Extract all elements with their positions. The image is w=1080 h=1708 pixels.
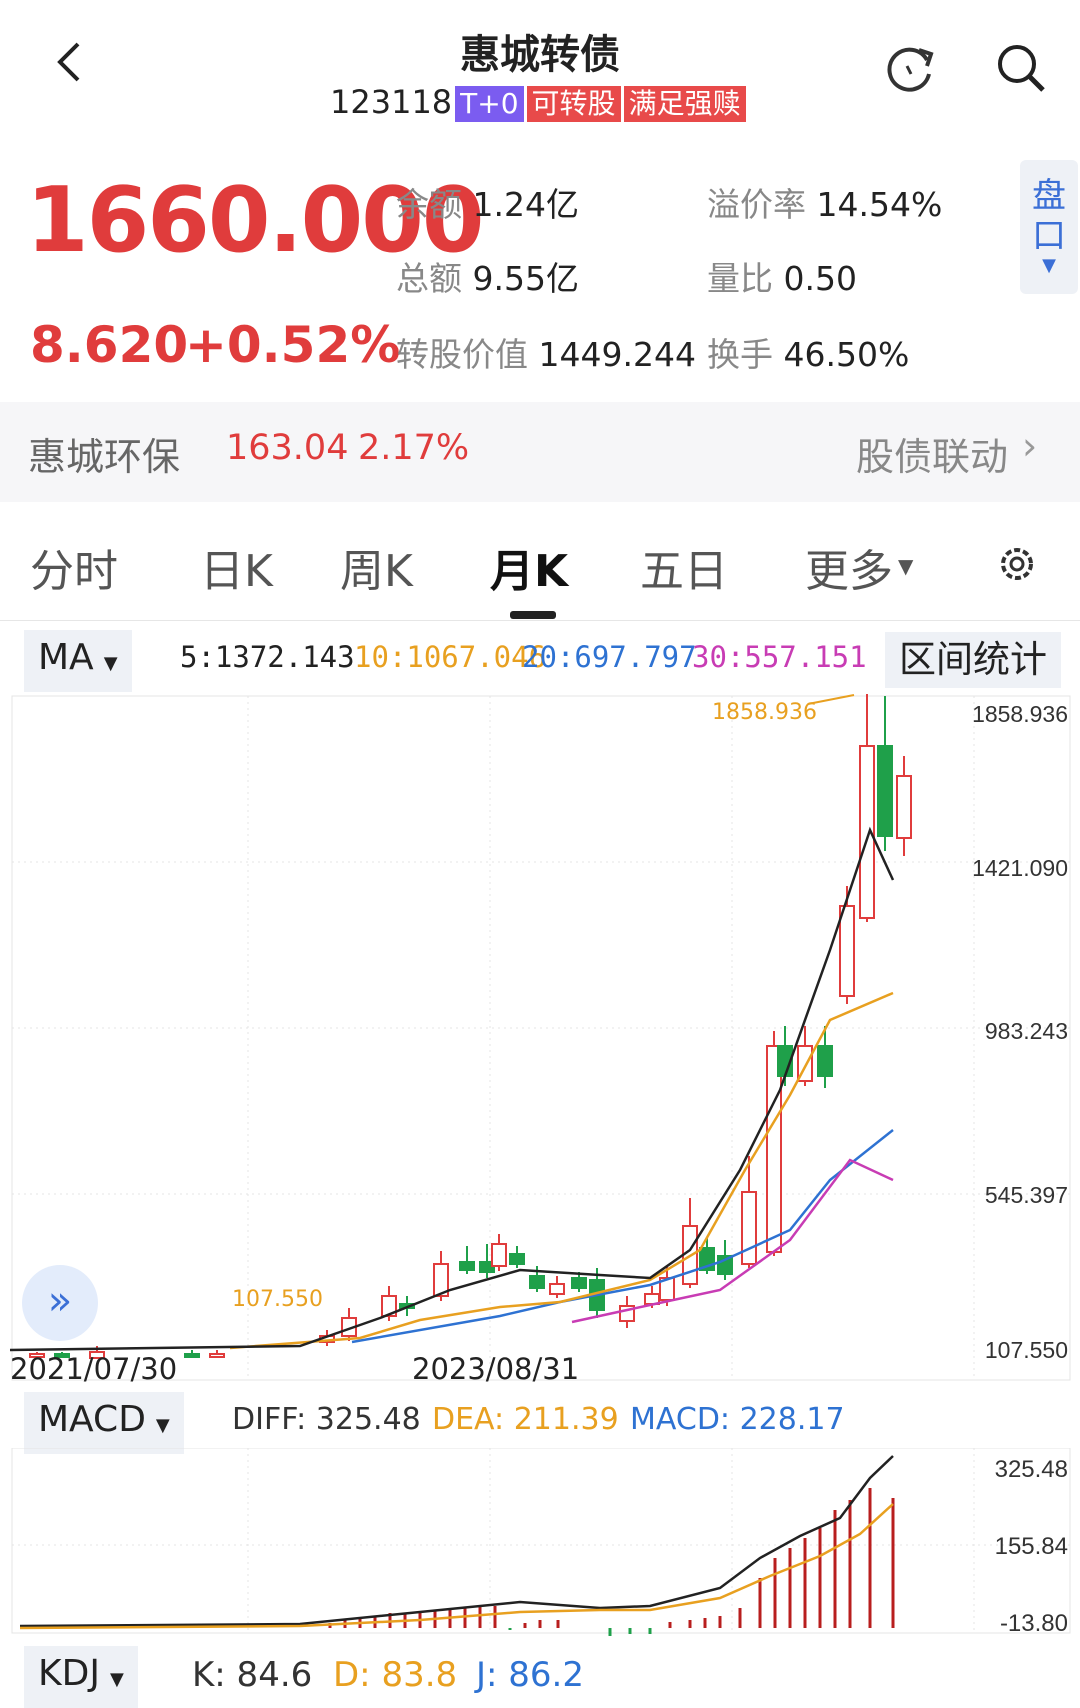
stat-value: 0.50 — [783, 259, 857, 298]
active-tab-underline — [510, 611, 556, 619]
caret-down-icon: ▼ — [1042, 255, 1056, 276]
candle — [571, 1277, 587, 1289]
y-axis-tick: 545.397 — [984, 1182, 1068, 1208]
kdj-selector-label: KDJ — [38, 1653, 100, 1694]
tab-2[interactable]: 周K — [340, 535, 413, 599]
stat-value: 1.24亿 — [472, 185, 579, 224]
macd-y-tick: 325.48 — [994, 1456, 1068, 1483]
candle — [839, 905, 855, 997]
stat-label: 量比 — [707, 259, 773, 298]
ma10-value: 10:1067.046 — [354, 640, 547, 674]
orderbook-button[interactable]: 盘口 ▼ — [1020, 160, 1078, 294]
stat-item: 换手 46.50% — [707, 328, 909, 376]
price-change: 8.620 — [30, 316, 189, 374]
candle — [877, 745, 893, 837]
kdj-d: D: 83.8 — [333, 1655, 458, 1695]
ma-selector[interactable]: MA ▼ — [24, 630, 132, 692]
y-axis-tick: 1421.090 — [972, 855, 1068, 881]
low-label: 107.550 — [232, 1287, 323, 1312]
stat-label: 溢价率 — [707, 185, 806, 224]
stat-item: 转股价值 1449.244 — [396, 328, 696, 376]
tab-0[interactable]: 分时 — [30, 535, 118, 599]
ma20-value: 20:697.797 — [522, 640, 697, 674]
kdj-k: K: 84.6 — [192, 1655, 313, 1695]
gear-icon[interactable] — [994, 541, 1040, 591]
x-axis-tick: 2023/08/31 — [412, 1352, 580, 1386]
tab-5[interactable]: 更多 — [805, 535, 893, 599]
ma30-value: 30:557.151 — [692, 640, 867, 674]
status-tag: T+0 — [455, 86, 524, 122]
macd-dea: DEA: 211.39 — [432, 1402, 619, 1437]
macd-y-tick: -13.80 — [999, 1610, 1068, 1637]
tab-3[interactable]: 月K — [490, 535, 568, 599]
bond-code-row: 123118 T+0 可转股 满足强赎 — [330, 83, 746, 122]
stat-value: 1449.244 — [538, 335, 696, 374]
candle — [509, 1253, 525, 1265]
stat-item: 余额 1.24亿 — [396, 178, 579, 226]
stat-label: 换手 — [707, 335, 773, 374]
candle — [184, 1353, 200, 1358]
caret-down-icon: ▼ — [103, 653, 118, 674]
candle — [459, 1261, 475, 1271]
stat-item: 溢价率 14.54% — [707, 178, 942, 226]
tab-1[interactable]: 日K — [200, 535, 273, 599]
candle — [209, 1353, 225, 1358]
candlestick-chart[interactable] — [0, 690, 1080, 1385]
tab-more-caret-icon: ▼ — [898, 554, 914, 578]
candle — [529, 1275, 545, 1289]
chevron-right-icon: › — [1022, 424, 1038, 468]
macd-chart[interactable] — [0, 1448, 1080, 1638]
expand-button[interactable]: » — [22, 1265, 98, 1341]
stat-label: 总额 — [396, 259, 462, 298]
candle — [549, 1283, 565, 1295]
stock-name: 惠城环保 — [28, 435, 181, 479]
stat-value: 46.50% — [783, 335, 910, 374]
divider — [0, 620, 1080, 621]
stat-value: 14.54% — [816, 185, 943, 224]
stat-label: 余额 — [396, 185, 462, 224]
stock-bond-link[interactable]: 股债联动 — [856, 426, 1008, 481]
price-change-pct: +0.52% — [185, 316, 401, 374]
kdj-j: J: 86.2 — [476, 1655, 584, 1695]
refresh-icon[interactable] — [883, 40, 939, 100]
high-label: 1858.936 — [712, 700, 817, 725]
stat-label: 转股价值 — [396, 335, 528, 374]
candle — [491, 1243, 507, 1267]
y-axis-tick: 983.243 — [984, 1018, 1068, 1044]
macd-value: MACD: 228.17 — [630, 1402, 845, 1437]
candle — [817, 1045, 833, 1077]
stat-item: 量比 0.50 — [707, 252, 857, 300]
stat-value: 9.55亿 — [472, 259, 579, 298]
status-tag: 可转股 — [526, 86, 621, 122]
candle — [741, 1191, 757, 1265]
stock-link-bar[interactable]: 惠城环保 163.04 2.17% 股债联动 › — [0, 402, 1080, 502]
stock-price: 163.04 — [226, 428, 349, 468]
caret-down-icon: ▼ — [155, 1415, 170, 1436]
bond-code: 123118 — [330, 83, 453, 121]
ma5-value: 5:1372.143 — [180, 640, 355, 674]
orderbook-label: 盘口 — [1032, 176, 1066, 256]
kdj-selector[interactable]: KDJ ▼ — [24, 1646, 138, 1708]
ma-selector-label: MA — [38, 637, 94, 678]
tab-4[interactable]: 五日 — [640, 535, 728, 599]
search-icon[interactable] — [993, 40, 1049, 100]
macd-selector-label: MACD — [38, 1399, 146, 1440]
range-stats-button[interactable]: 区间统计 — [885, 632, 1061, 688]
status-tag: 满足强赎 — [623, 86, 746, 122]
candle — [896, 775, 912, 839]
y-axis-tick: 1858.936 — [972, 701, 1068, 727]
caret-down-icon: ▼ — [109, 1669, 124, 1690]
macd-y-tick: 155.84 — [994, 1533, 1068, 1560]
x-axis-tick: 2021/07/30 — [10, 1352, 178, 1386]
macd-diff: DIFF: 325.48 — [232, 1402, 421, 1437]
y-axis-tick: 107.550 — [984, 1337, 1068, 1363]
macd-selector[interactable]: MACD ▼ — [24, 1392, 184, 1454]
stat-item: 总额 9.55亿 — [396, 252, 579, 300]
stock-pct: 2.17% — [358, 428, 470, 468]
